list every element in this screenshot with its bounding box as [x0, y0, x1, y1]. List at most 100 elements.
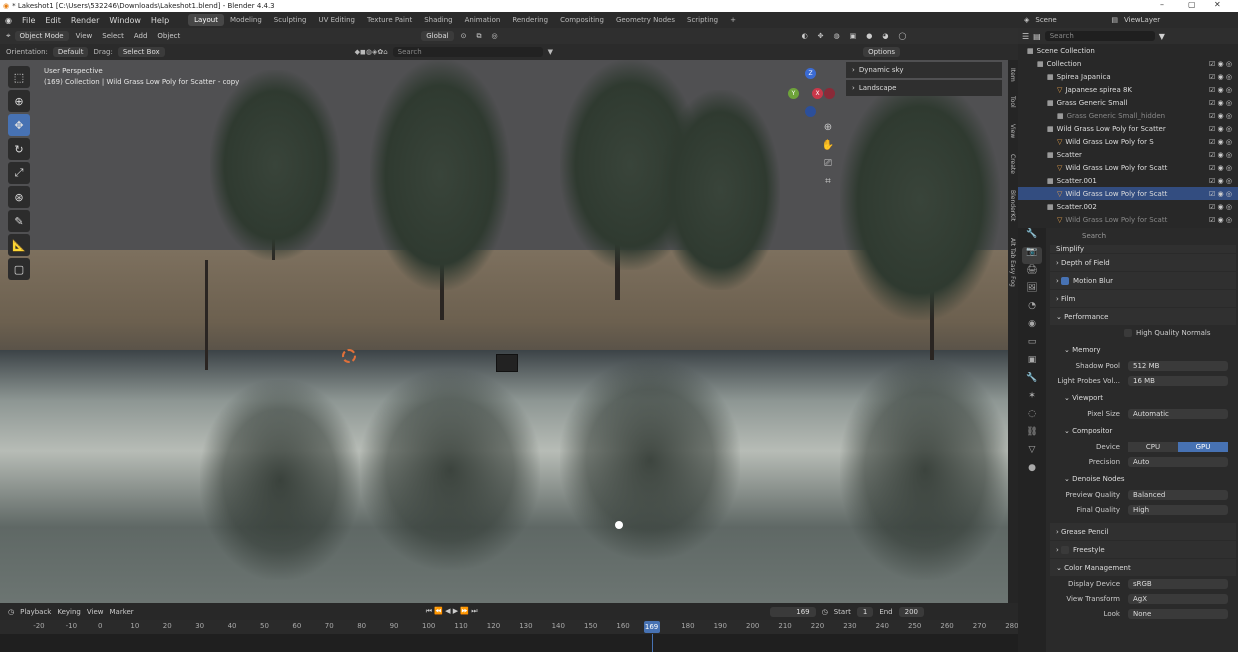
cursor-tool-icon[interactable]: ⊕: [8, 90, 30, 112]
scene-name[interactable]: Scene: [1035, 16, 1105, 24]
visibility-toggles-icon[interactable]: ☑ ◉ ◎: [1209, 151, 1232, 159]
move-tool-icon[interactable]: ✥: [8, 114, 30, 136]
preview-quality-dropdown[interactable]: Balanced: [1128, 490, 1228, 500]
menu-keying[interactable]: Keying: [57, 608, 81, 616]
scale-tool-icon[interactable]: ⤢: [8, 162, 30, 184]
world-tab-icon[interactable]: ◉: [1022, 319, 1042, 336]
render-tab-icon[interactable]: 📷: [1022, 247, 1042, 264]
subsection-compositor[interactable]: ⌄ Compositor: [1048, 422, 1238, 439]
transform-orientation-dropdown[interactable]: Global: [421, 31, 454, 41]
outliner-editor-icon[interactable]: ☰: [1022, 32, 1029, 41]
visibility-toggles-icon[interactable]: ☑ ◉ ◎: [1209, 216, 1232, 224]
subsection-denoise-nodes[interactable]: ⌄ Denoise Nodes: [1048, 470, 1238, 487]
options-dropdown[interactable]: Options: [863, 47, 901, 57]
outliner-row[interactable]: ▦ Scatter ☑ ◉ ◎: [1018, 148, 1238, 161]
camera-view-icon[interactable]: ⎚: [819, 158, 837, 172]
workspace-tab-sculpting[interactable]: Sculpting: [268, 14, 313, 26]
device-cpu-button[interactable]: CPU: [1128, 442, 1178, 452]
shadow-pool-dropdown[interactable]: 512 MB: [1128, 361, 1228, 371]
collection-tab-icon[interactable]: ▭: [1022, 337, 1042, 354]
shading-material-icon[interactable]: ◕: [879, 32, 891, 40]
menu-help[interactable]: Help: [146, 16, 174, 25]
outliner-row[interactable]: ▽ Wild Grass Low Poly for Scatt ☑ ◉ ◎: [1018, 213, 1238, 226]
3d-viewport[interactable]: [0, 60, 1008, 603]
add-workspace-button[interactable]: +: [724, 14, 742, 26]
outliner-row[interactable]: ▦ Wild Grass Low Poly for Scatter ☑ ◉ ◎: [1018, 122, 1238, 135]
workspace-tab-texture-paint[interactable]: Texture Paint: [361, 14, 418, 26]
tab-tool[interactable]: Tool: [1009, 96, 1016, 108]
shading-solid-icon[interactable]: ●: [863, 32, 875, 40]
section-freestyle[interactable]: › Freestyle: [1050, 541, 1236, 558]
pixel-size-dropdown[interactable]: Automatic: [1128, 409, 1228, 419]
tab-create[interactable]: Create: [1009, 154, 1016, 174]
object-tab-icon[interactable]: ▣: [1022, 355, 1042, 372]
clock-icon[interactable]: ◷: [822, 608, 828, 616]
physics-tab-icon[interactable]: ◌: [1022, 409, 1042, 426]
transform-tool-icon[interactable]: ⊛: [8, 186, 30, 208]
workspace-tab-compositing[interactable]: Compositing: [554, 14, 610, 26]
timeline-editor-icon[interactable]: ◷: [8, 608, 14, 616]
workspace-tab-animation[interactable]: Animation: [459, 14, 507, 26]
particles-tab-icon[interactable]: ✶: [1022, 391, 1042, 408]
outliner-row[interactable]: ▦ Collection ☑ ◉ ◎: [1018, 57, 1238, 70]
material-tab-icon[interactable]: ●: [1022, 463, 1042, 480]
tab-blenderkit[interactable]: BlenderKit: [1009, 190, 1016, 221]
visibility-toggles-icon[interactable]: ☑ ◉ ◎: [1209, 125, 1232, 133]
visibility-toggles-icon[interactable]: ☑ ◉ ◎: [1209, 177, 1232, 185]
timeline-track[interactable]: [0, 634, 1018, 652]
section-performance[interactable]: ⌄ Performance: [1050, 308, 1236, 325]
tab-view[interactable]: View: [1009, 124, 1016, 138]
visibility-toggles-icon[interactable]: ☑ ◉ ◎: [1209, 203, 1232, 211]
visibility-toggles-icon[interactable]: ☑ ◉ ◎: [1209, 60, 1232, 68]
section-film[interactable]: › Film: [1050, 290, 1236, 307]
gizmo-toggle-icon[interactable]: ✥: [815, 32, 827, 40]
snap-icon[interactable]: ⧉: [473, 32, 484, 41]
outliner-row[interactable]: ▦ Scene Collection: [1018, 44, 1238, 57]
visibility-toggles-icon[interactable]: ☑ ◉ ◎: [1209, 99, 1232, 107]
filter-icons[interactable]: ◆◼◍◈✿⌂: [355, 48, 388, 56]
menu-window[interactable]: Window: [104, 16, 146, 25]
visibility-toggles-icon[interactable]: ☑ ◉ ◎: [1209, 112, 1232, 120]
outliner-row[interactable]: ▽ Japanese spirea 8K ☑ ◉ ◎: [1018, 83, 1238, 96]
gizmo-y-axis[interactable]: Y: [788, 88, 799, 99]
visibility-toggles-icon[interactable]: ☑ ◉ ◎: [1209, 73, 1232, 81]
menu-view[interactable]: View: [73, 32, 96, 40]
outliner-row[interactable]: ▦ Scatter.001 ☑ ◉ ◎: [1018, 174, 1238, 187]
device-gpu-button[interactable]: GPU: [1178, 442, 1228, 452]
asset-filter-icon[interactable]: ▼: [548, 48, 553, 56]
outliner-row[interactable]: ▦ Grass Generic Small_hidden ☑ ◉ ◎: [1018, 109, 1238, 122]
subsection-viewport[interactable]: ⌄ Viewport: [1048, 389, 1238, 406]
constraints-tab-icon[interactable]: ⛓: [1022, 427, 1042, 444]
light-object[interactable]: [615, 521, 623, 529]
navigation-gizmo[interactable]: Z Y X: [788, 66, 838, 117]
asset-search-input[interactable]: Search: [392, 47, 543, 57]
section-color-management[interactable]: ⌄ Color Management: [1050, 559, 1236, 576]
close-button[interactable]: ✕: [1214, 0, 1221, 12]
tool-tab-icon[interactable]: 🔧: [1022, 229, 1042, 246]
visibility-toggles-icon[interactable]: ☑ ◉ ◎: [1209, 86, 1232, 94]
gizmo-x-axis[interactable]: X: [812, 88, 823, 99]
rotate-tool-icon[interactable]: ↻: [8, 138, 30, 160]
display-device-dropdown[interactable]: sRGB: [1128, 579, 1228, 589]
editor-type-icon[interactable]: ⌖: [6, 31, 11, 41]
xray-icon[interactable]: ▣: [847, 32, 860, 40]
drag-dropdown[interactable]: Select Box: [117, 47, 165, 57]
properties-search-input[interactable]: Search: [1048, 228, 1238, 244]
precision-dropdown[interactable]: Auto: [1128, 457, 1228, 467]
measure-tool-icon[interactable]: 📐: [8, 234, 30, 256]
3d-cursor-icon[interactable]: [342, 349, 356, 363]
minimize-button[interactable]: –: [1160, 0, 1164, 12]
perspective-grid-icon[interactable]: ⌗: [819, 176, 837, 190]
pan-hand-icon[interactable]: ✋: [819, 140, 837, 154]
proportional-edit-icon[interactable]: ◎: [488, 32, 500, 40]
gizmo-neg-z[interactable]: [805, 106, 816, 117]
section-simplify[interactable]: Simplify: [1050, 245, 1236, 253]
tab-item[interactable]: Item: [1009, 68, 1016, 82]
workspace-tab-scripting[interactable]: Scripting: [681, 14, 724, 26]
select-box-icon[interactable]: ⬚: [8, 66, 30, 88]
output-tab-icon[interactable]: 🖨: [1022, 265, 1042, 282]
outliner-row[interactable]: ▽ Wild Grass Low Poly for Scatt ☑ ◉ ◎: [1018, 161, 1238, 174]
workspace-tab-modeling[interactable]: Modeling: [224, 14, 268, 26]
view-layer-tab-icon[interactable]: 🖼: [1022, 283, 1042, 300]
look-dropdown[interactable]: None: [1128, 609, 1228, 619]
